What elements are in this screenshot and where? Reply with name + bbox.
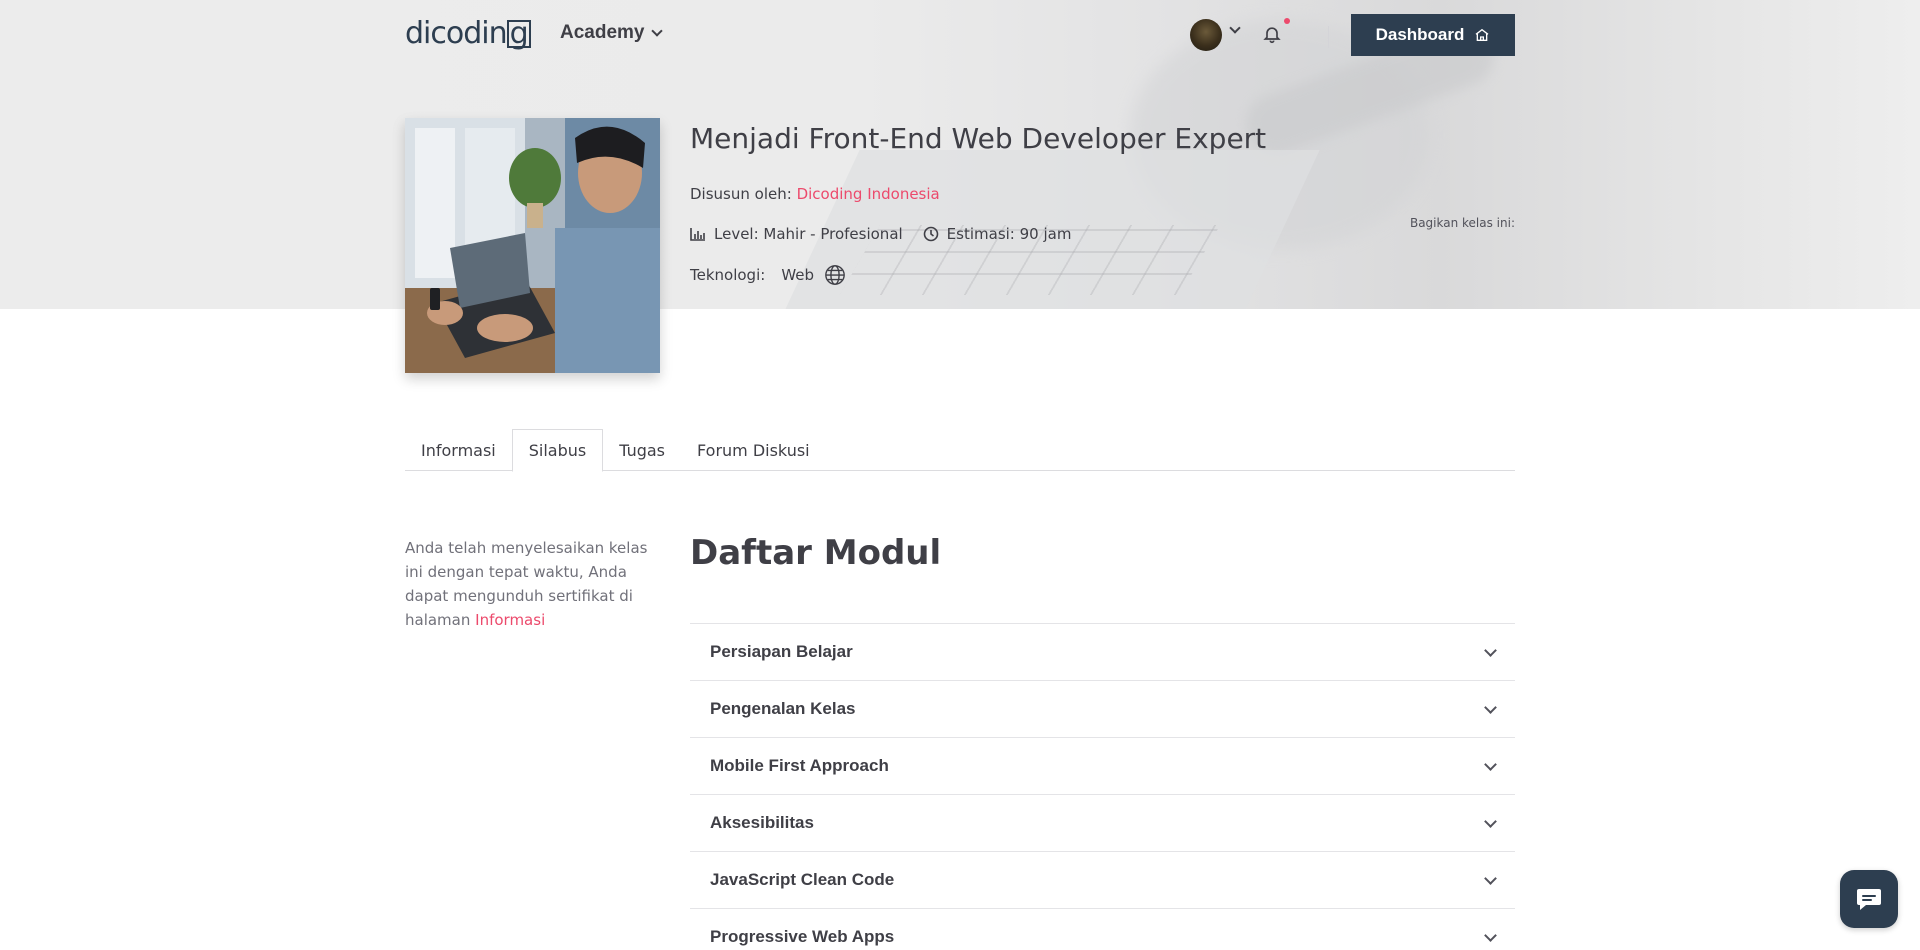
notification-dot [1284, 18, 1290, 24]
module-item[interactable]: Persiapan Belajar [690, 623, 1515, 680]
header-divider [1328, 26, 1329, 48]
module-label: Persiapan Belajar [710, 642, 853, 661]
module-list: Persiapan Belajar Pengenalan Kelas Mobil… [690, 623, 1515, 950]
chevron-down-icon [1484, 700, 1497, 714]
bell-icon[interactable] [1262, 24, 1282, 44]
course-image [405, 118, 660, 373]
module-label: JavaScript Clean Code [710, 870, 895, 889]
chevron-down-icon [1484, 757, 1497, 771]
tab-forum-diskusi[interactable]: Forum Diskusi [681, 429, 826, 471]
tech-value: Web [781, 266, 815, 284]
dicoding-logo[interactable]: dicodin g [405, 16, 531, 51]
chevron-down-icon [650, 25, 663, 37]
dashboard-button-label: Dashboard [1375, 25, 1465, 44]
course-estimate: Estimasi: 90 jam [923, 225, 1072, 243]
module-item[interactable]: Pengenalan Kelas [690, 680, 1515, 737]
course-estimate-text: Estimasi: 90 jam [946, 225, 1072, 243]
bar-chart-icon [690, 228, 705, 241]
course-level: Level: Mahir - Profesional [690, 225, 903, 243]
course-meta: Level: Mahir - Profesional Estimasi: 90 … [690, 225, 1071, 243]
academy-menu-label: Academy [560, 22, 645, 43]
module-label: Aksesibilitas [710, 813, 814, 832]
chat-button[interactable] [1840, 870, 1898, 928]
course-tabs: Informasi Silabus Tugas Forum Diskusi [405, 429, 1515, 472]
avatar[interactable] [1190, 19, 1222, 51]
home-icon [1475, 28, 1489, 41]
chat-icon [1857, 889, 1881, 910]
tab-tugas[interactable]: Tugas [603, 429, 681, 471]
completion-note: Anda telah menyelesaikan kelas ini denga… [405, 536, 655, 632]
chevron-down-icon [1484, 928, 1497, 942]
module-label: Mobile First Approach [710, 756, 889, 775]
chevron-down-icon[interactable] [1229, 22, 1241, 34]
module-item[interactable]: Aksesibilitas [690, 794, 1515, 851]
globe-icon [825, 265, 845, 285]
module-item[interactable]: JavaScript Clean Code [690, 851, 1515, 908]
author-label: Disusun oleh: [690, 185, 792, 203]
course-title: Menjadi Front-End Web Developer Expert [690, 122, 1267, 155]
course-level-text: Level: Mahir - Profesional [714, 225, 903, 243]
module-list-title: Daftar Modul [690, 533, 942, 573]
author-link[interactable]: Dicoding Indonesia [797, 185, 940, 203]
module-item[interactable]: Mobile First Approach [690, 737, 1515, 794]
module-item[interactable]: Progressive Web Apps [690, 908, 1515, 950]
top-header: dicodin g Academy Dashboard [0, 0, 1920, 70]
dashboard-button[interactable]: Dashboard [1351, 14, 1515, 56]
module-label: Pengenalan Kelas [710, 699, 856, 718]
chevron-down-icon [1484, 643, 1497, 657]
academy-menu[interactable]: Academy [560, 22, 663, 44]
tab-silabus[interactable]: Silabus [511, 429, 604, 472]
chevron-down-icon [1484, 871, 1497, 885]
course-technology: Teknologi: Web [690, 264, 846, 286]
tech-label: Teknologi: [690, 266, 766, 284]
course-author: Disusun oleh: Dicoding Indonesia [690, 185, 940, 203]
informasi-link[interactable]: Informasi [475, 611, 545, 629]
clock-icon [923, 226, 938, 242]
tab-informasi[interactable]: Informasi [405, 429, 512, 471]
share-label: Bagikan kelas ini: [1409, 216, 1515, 230]
module-label: Progressive Web Apps [710, 927, 895, 946]
chevron-down-icon [1484, 814, 1497, 828]
